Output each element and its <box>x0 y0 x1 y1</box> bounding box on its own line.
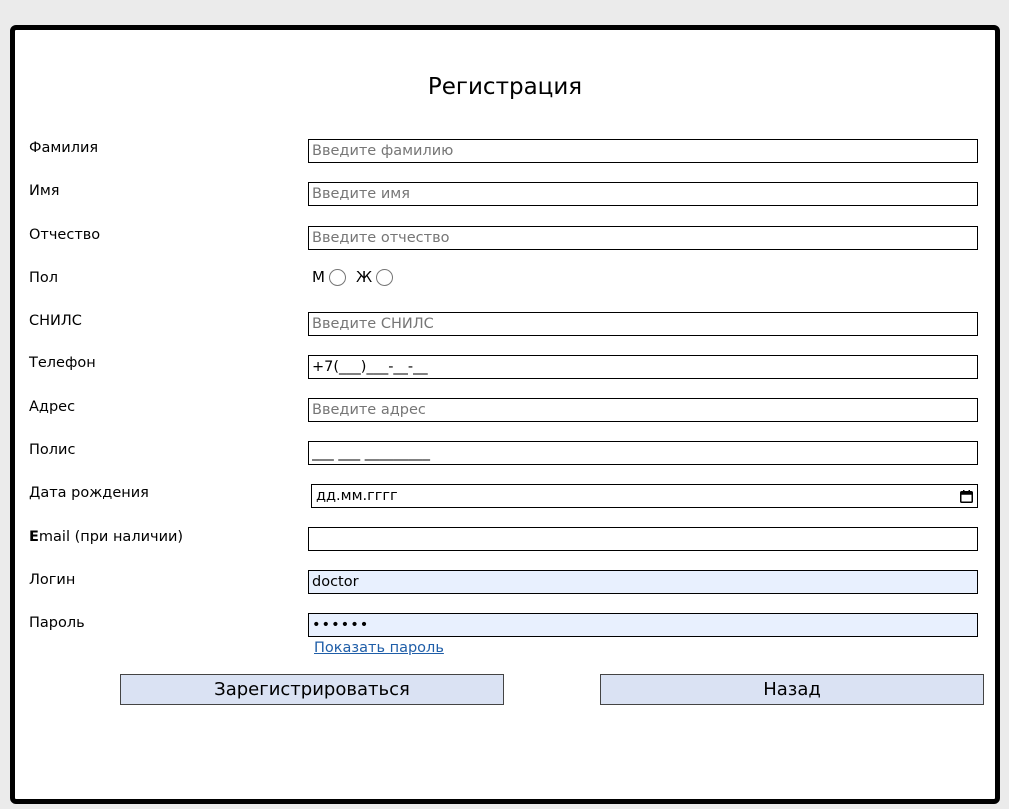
registration-form: Регистрация Фамилия Имя Отчество Пол М Ж… <box>10 25 1000 804</box>
patronymic-input[interactable] <box>308 226 978 250</box>
gender-option-female-label: Ж <box>355 268 373 286</box>
policy-input[interactable] <box>308 441 978 465</box>
login-label: Логин <box>29 572 76 588</box>
email-input[interactable] <box>308 527 978 551</box>
gender-radio-group: М Ж <box>312 268 403 286</box>
password-label: Пароль <box>29 615 85 631</box>
show-password-link[interactable]: Показать пароль <box>314 640 444 656</box>
password-input[interactable]: •••••• <box>308 613 978 637</box>
snils-input[interactable] <box>308 312 978 336</box>
name-label: Имя <box>29 183 60 199</box>
patronymic-label: Отчество <box>29 227 101 243</box>
back-button[interactable]: Назад <box>600 674 984 705</box>
birthdate-value: дд.мм.гггг <box>316 488 398 504</box>
password-value: •••••• <box>312 617 370 633</box>
page-title: Регистрация <box>427 74 583 100</box>
email-label: Email (при наличии) <box>29 529 183 545</box>
register-button[interactable]: Зарегистрироваться <box>120 674 504 705</box>
surname-input[interactable] <box>308 139 978 163</box>
birthdate-input[interactable]: дд.мм.гггг <box>311 484 978 508</box>
policy-label: Полис <box>29 442 76 458</box>
gender-radio-male[interactable] <box>328 268 346 286</box>
calendar-icon[interactable] <box>960 489 973 503</box>
address-label: Адрес <box>29 399 76 415</box>
email-label-rest: mail (при наличии) <box>38 529 184 545</box>
gender-radio-female[interactable] <box>376 268 394 286</box>
phone-label: Телефон <box>29 355 96 371</box>
address-input[interactable] <box>308 398 978 422</box>
phone-input[interactable] <box>308 355 978 379</box>
snils-label: СНИЛС <box>29 313 82 329</box>
login-input[interactable] <box>308 570 978 594</box>
surname-label: Фамилия <box>29 140 99 156</box>
birthdate-label: Дата рождения <box>29 485 149 501</box>
email-label-bold: E <box>29 529 39 545</box>
gender-label: Пол <box>29 270 59 286</box>
name-input[interactable] <box>308 182 978 206</box>
gender-option-male-label: М <box>312 268 325 286</box>
